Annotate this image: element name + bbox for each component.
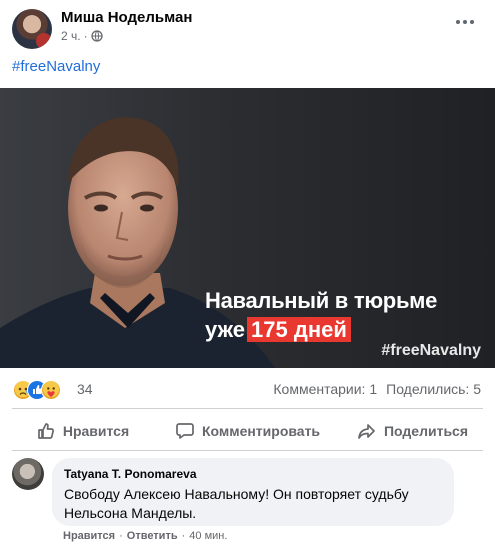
headline-line-1: Навальный в тюрьме — [205, 288, 438, 313]
comments-count[interactable]: Комментарии: 1 — [273, 381, 377, 397]
image-hashtag: #freeNavalny — [381, 342, 481, 359]
like-button[interactable]: Нравится — [0, 413, 165, 449]
comment-meta-separator: · — [181, 530, 186, 542]
post-stats: Комментарии: 1 Поделились: 5 — [273, 381, 481, 397]
share-icon — [358, 424, 375, 439]
reaction-icons[interactable] — [13, 380, 73, 400]
commenter-avatar[interactable] — [12, 458, 44, 490]
divider — [12, 450, 483, 451]
comment-text: Свободу Алексею Навальному! Он повторяет… — [64, 486, 409, 521]
share-button[interactable]: Поделиться — [330, 413, 495, 449]
globe-icon — [90, 30, 103, 42]
post-image[interactable]: Навальный в тюрьме уже 175 дней #freeNava… — [0, 88, 495, 368]
shares-count[interactable]: Поделились: 5 — [386, 381, 481, 397]
more-options-icon[interactable] — [453, 10, 477, 34]
comment-label: Комментировать — [201, 423, 321, 439]
care-reaction-icon — [41, 380, 61, 400]
headline-highlight: 175 дней — [247, 317, 351, 342]
comment-icon — [176, 423, 194, 439]
comment-bubble: Tatyana T. Ponomareva Свободу Алексею На… — [52, 458, 454, 526]
reaction-count[interactable]: 34 — [77, 381, 93, 397]
author-name[interactable]: Миша Нодельман — [61, 9, 192, 26]
post-time[interactable]: 2 ч. — [61, 29, 81, 43]
action-bar: Нравится Комментировать Поделиться — [0, 413, 495, 449]
meta-separator: · — [83, 29, 88, 43]
post-meta: 2 ч. · — [61, 29, 103, 43]
commenter-name[interactable]: Tatyana T. Ponomareva — [64, 467, 197, 481]
headline-prefix: уже — [205, 317, 246, 342]
reactions-bar: 34 Комментарии: 1 Поделились: 5 — [0, 374, 495, 404]
post-hashtag[interactable]: #freeNavalny — [12, 58, 100, 75]
like-label: Нравится — [62, 423, 130, 439]
comment-meta-separator: · — [119, 530, 123, 542]
author-avatar[interactable] — [12, 9, 52, 49]
post-header: Миша Нодельман 2 ч. · — [0, 0, 495, 52]
share-label: Поделиться — [383, 423, 469, 439]
divider — [12, 408, 483, 409]
comment-reply-link[interactable]: Ответить — [127, 530, 178, 542]
facebook-post: Миша Нодельман 2 ч. · #freeNavalny Навал… — [0, 0, 495, 546]
comment-time[interactable]: 40 мин. — [189, 530, 227, 542]
comment-meta: Нравится · Ответить · 40 мин. — [63, 530, 227, 542]
comment-like-link[interactable]: Нравится — [63, 530, 115, 542]
comment-button[interactable]: Комментировать — [165, 413, 330, 449]
headline-line-2: уже 175 дней — [205, 315, 351, 344]
thumbs-up-icon — [37, 423, 54, 439]
